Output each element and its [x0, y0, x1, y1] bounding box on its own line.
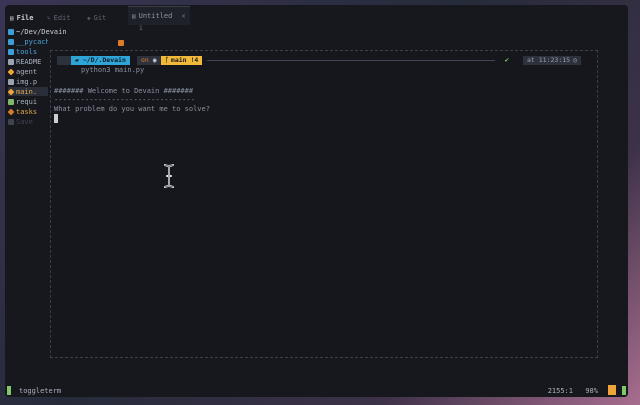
terminal-output-line: ####### Welcome to Devain #######: [54, 87, 194, 95]
git-branch-icon: ᚴ: [165, 56, 169, 64]
clock-icon: ◷: [573, 56, 577, 64]
scroll-indicator: [608, 385, 616, 395]
text-file-icon: [8, 98, 14, 105]
prompt-line: ▰ ~/D/.Devain on ◉ ᚴ main !4 ✔ at 11:23:1…: [57, 56, 591, 65]
prompt-divider: [207, 60, 495, 61]
close-icon[interactable]: ✕: [181, 12, 185, 20]
sidebar-item-label: Save: [16, 117, 33, 126]
editor-window: ▤ File ✎ Edit ◈ Git ▤ Untitled ✕ 1 ~/Dev…: [5, 5, 628, 397]
prompt-branch: ᚴ main !4: [161, 56, 203, 65]
json-file-icon: [8, 108, 15, 115]
prompt-on-text: on: [141, 56, 149, 64]
terminal-output-line: What problem do you want me to solve?: [54, 105, 210, 113]
sidebar-item-requirements[interactable]: requi: [8, 97, 48, 106]
mode-indicator: [7, 386, 11, 395]
folder-icon: ▰: [75, 56, 83, 64]
sidebar-item-label: requi: [16, 97, 38, 106]
terminal-panel[interactable]: ▰ ~/D/.Devain on ◉ ᚴ main !4 ✔ at 11:23:1…: [50, 50, 598, 358]
terminal-command: python3 main.py: [81, 66, 145, 74]
sidebar-item-save[interactable]: Save: [8, 117, 48, 126]
terminal-cursor: [54, 114, 58, 123]
sidebar-item-label: tools: [16, 47, 38, 56]
tab-file-label: File: [16, 14, 34, 22]
sidebar-item-main[interactable]: main.: [8, 87, 48, 96]
status-buffer-name: toggleterm: [19, 387, 62, 395]
git-icon: ◈: [87, 14, 91, 22]
modified-indicator-icon: [118, 40, 124, 46]
sidebar-item-pycache[interactable]: __pycache__: [8, 37, 48, 46]
tab-git-label: Git: [93, 14, 107, 22]
sidebar-item-label: __pycache__: [16, 37, 48, 46]
prompt-path: ▰ ~/D/.Devain: [71, 56, 130, 65]
prompt-path-text: ~/D/.Devain: [82, 56, 126, 64]
file-icon: ▤: [10, 14, 14, 22]
edit-icon: ✎: [47, 14, 51, 22]
sidebar-item-agent[interactable]: agent: [8, 67, 48, 76]
prompt-branch-status: !4: [190, 56, 199, 64]
prompt-time: at 11:23:15 ◷: [523, 56, 581, 65]
prompt-on: on ◉: [137, 56, 161, 65]
status-scroll-percent: 98%: [585, 387, 598, 395]
apple-icon: [57, 56, 71, 65]
sidebar-item-tasks[interactable]: tasks: [8, 107, 48, 116]
sidebar-item-label: main.: [16, 87, 38, 96]
markdown-icon: [8, 58, 14, 65]
folder-icon: [8, 38, 14, 45]
status-cursor-position: 2155:1: [547, 387, 573, 395]
check-icon: ✔: [504, 56, 509, 64]
tab-edit[interactable]: ✎ Edit: [47, 13, 70, 23]
tab-untitled[interactable]: ▤ Untitled ✕ 1: [128, 6, 190, 32]
folder-icon: [8, 48, 14, 55]
explorer-root-label: ~/Dev/Devain: [16, 27, 67, 36]
python-file-icon: [8, 68, 15, 75]
sidebar-item-tools[interactable]: tools: [8, 47, 48, 56]
tab-git[interactable]: ◈ Git: [87, 13, 106, 23]
sidebar-item-label: tasks: [16, 107, 38, 116]
tab-bar: ▤ File ✎ Edit ◈ Git ▤ Untitled ✕ 1: [5, 5, 628, 32]
tab-edit-label: Edit: [53, 14, 71, 22]
document-icon: ▤: [132, 12, 136, 20]
tab-untitled-count: 1: [139, 25, 143, 32]
status-bar: toggleterm 2155:1 98%: [5, 382, 628, 397]
sidebar-item-label: img.p: [16, 77, 38, 86]
tab-untitled-label: Untitled: [138, 12, 173, 20]
save-icon: [8, 118, 14, 125]
mode-indicator-end: [622, 386, 626, 395]
tab-file[interactable]: ▤ File: [10, 13, 33, 23]
sidebar-item-label: agent: [16, 67, 38, 76]
ibeam-cursor-icon: [164, 164, 174, 188]
sidebar-item-label: README: [16, 57, 42, 66]
file-explorer: ~/Dev/Devain __pycache__ tools README ag…: [5, 27, 67, 382]
file-icon: [8, 78, 14, 85]
github-icon: ◉: [152, 56, 157, 64]
python-file-icon: [8, 88, 15, 95]
explorer-root[interactable]: ~/Dev/Devain: [8, 27, 68, 36]
terminal-output-line: --------------------------------: [54, 96, 196, 104]
prompt-time-prefix: at: [527, 56, 535, 64]
prompt-branch-text: main: [170, 56, 187, 64]
sidebar-item-img[interactable]: img.p: [8, 77, 48, 86]
prompt-time-text: 11:23:15: [538, 56, 571, 64]
folder-open-icon: [8, 28, 14, 35]
sidebar-item-readme[interactable]: README: [8, 57, 48, 66]
